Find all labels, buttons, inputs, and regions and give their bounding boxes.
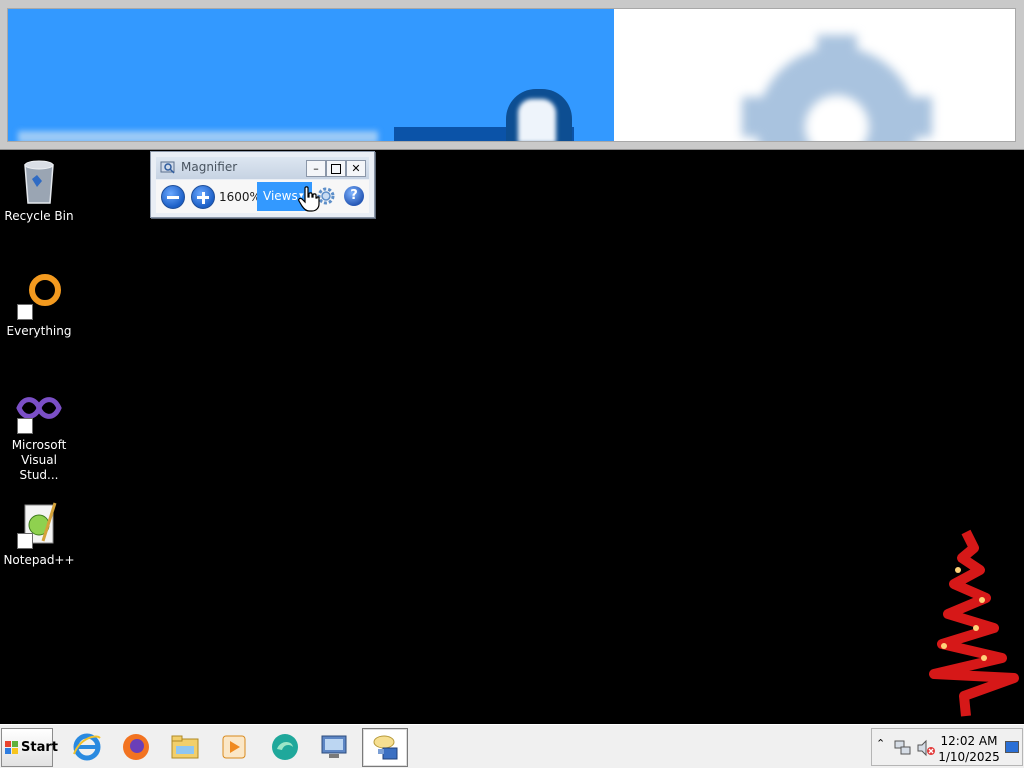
clock-time: 12:02 AM: [940, 734, 998, 748]
show-desktop-button[interactable]: [1005, 741, 1019, 753]
minus-icon: [167, 196, 179, 199]
taskbar: Start ⌃ 12:02 AM 1/10/2025: [0, 724, 1024, 768]
clock[interactable]: 12:02 AM 1/10/2025: [936, 733, 1002, 765]
shortcut-arrow-icon: [17, 304, 33, 320]
recycle-bin-icon: [15, 157, 63, 205]
taskbar-magnifier[interactable]: [362, 728, 408, 767]
zoom-in-button[interactable]: [191, 185, 215, 209]
taskbar-file-explorer[interactable]: [162, 728, 208, 767]
windows-logo-icon: [5, 741, 18, 754]
visual-studio-icon: [15, 386, 63, 434]
internet-explorer-icon: [73, 733, 101, 761]
magnifier-window: Magnifier – ✕ 1600% Views ▾ ?: [150, 151, 375, 218]
magnifier-app-icon: [160, 161, 175, 174]
shortcut-arrow-icon: [17, 533, 33, 549]
start-button[interactable]: Start: [1, 728, 58, 767]
views-label: Views: [263, 189, 298, 203]
taskbar-internet-explorer[interactable]: [64, 728, 110, 767]
taskbar-remote-desktop[interactable]: [311, 728, 357, 767]
notepad-plus-plus-icon: [15, 501, 63, 549]
taskbar-media-player[interactable]: [211, 728, 257, 767]
maximize-button[interactable]: [326, 160, 346, 177]
visual-studio-shortcut[interactable]: Microsoft Visual Stud...: [0, 386, 78, 483]
help-button[interactable]: ?: [344, 186, 364, 206]
maximize-icon: [331, 164, 341, 174]
recycle-bin-shortcut[interactable]: Recycle Bin: [0, 157, 78, 224]
zoom-level: 1600%: [219, 190, 261, 204]
hand-cursor-icon: [298, 186, 320, 212]
christmas-tree-decoration: [929, 529, 1019, 717]
system-tray: ⌃ 12:02 AM 1/10/2025: [871, 728, 1023, 766]
magnifier-icon: [373, 735, 398, 760]
taskbar-browser[interactable]: [262, 728, 308, 767]
start-label: Start: [21, 740, 58, 755]
remote-desktop-icon: [321, 735, 347, 758]
shortcut-arrow-icon: [17, 418, 33, 434]
magnifier-titlebar[interactable]: Magnifier – ✕: [156, 157, 369, 179]
everything-shortcut[interactable]: Everything: [0, 272, 78, 339]
clock-date: 1/10/2025: [938, 750, 1000, 764]
notepad-plus-plus-label: Notepad++: [3, 553, 75, 567]
everything-icon: [15, 272, 63, 320]
file-explorer-icon: [171, 735, 199, 759]
firefox-icon: [123, 734, 149, 760]
magnified-content: [7, 8, 1016, 142]
magnifier-title: Magnifier: [181, 160, 238, 174]
visual-studio-label: Microsoft Visual Stud...: [11, 438, 67, 482]
zoom-out-button[interactable]: [161, 185, 185, 209]
show-hidden-icons-button[interactable]: ⌃: [876, 737, 885, 750]
network-icon[interactable]: [894, 739, 912, 757]
magnifier-toolbar: 1600% Views ▾ ?: [156, 180, 369, 213]
volume-muted-icon[interactable]: [916, 739, 936, 757]
everything-label: Everything: [6, 324, 72, 338]
notepad-plus-plus-shortcut[interactable]: Notepad++: [0, 501, 78, 568]
magnified-gear-icon: [742, 35, 932, 141]
browser-icon: [272, 734, 298, 760]
minimize-button[interactable]: –: [306, 160, 326, 177]
taskbar-firefox[interactable]: [113, 728, 159, 767]
magnifier-lens-view: [0, 0, 1024, 150]
recycle-bin-label: Recycle Bin: [4, 209, 74, 223]
close-button[interactable]: ✕: [346, 160, 366, 177]
media-player-icon: [222, 735, 246, 759]
